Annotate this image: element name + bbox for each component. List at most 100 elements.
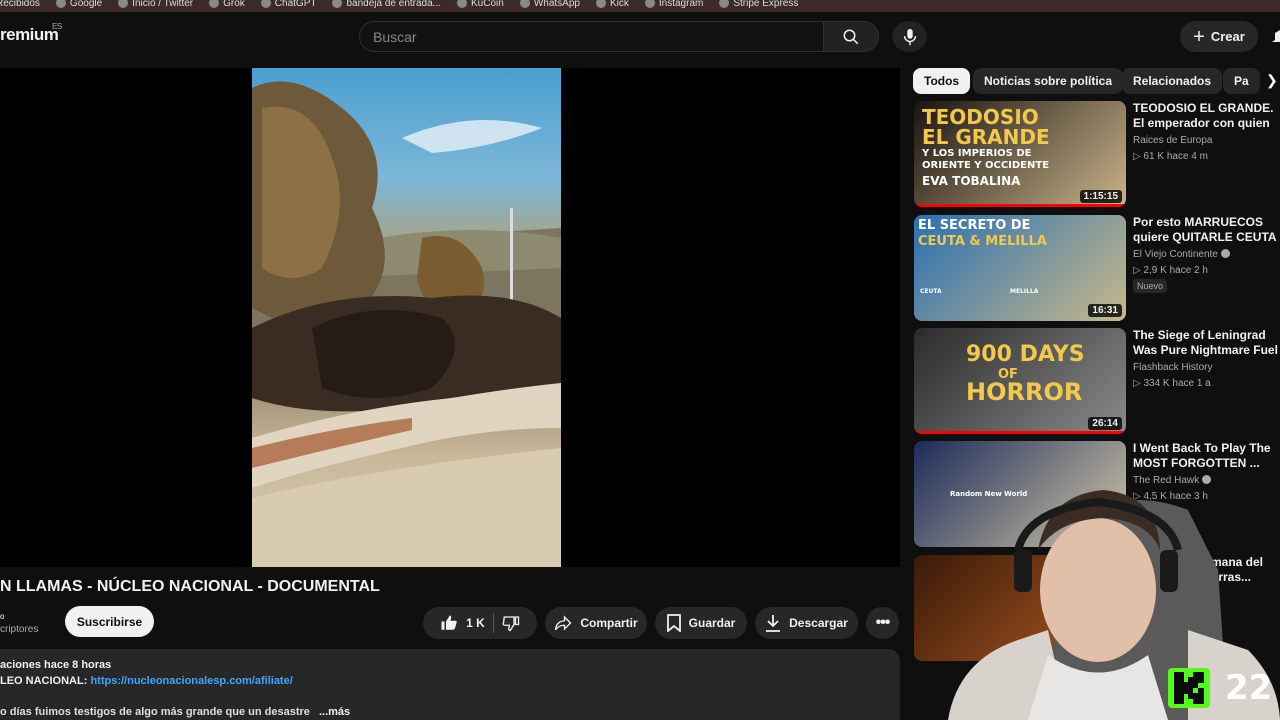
- new-badge: Nuevo: [1133, 279, 1168, 293]
- stripe-icon: [719, 0, 730, 8]
- recommended-channel[interactable]: The Red Hawk: [1133, 475, 1212, 486]
- recommended-video[interactable]: EL SECRETO DE CEUTA & MELILLA CEUTA MELILLA…: [914, 215, 1280, 321]
- x-icon: [118, 0, 129, 8]
- description-box[interactable]: aciones hace 8 horas LEO NACIONAL: https…: [0, 649, 900, 720]
- instagram-icon: [644, 0, 655, 8]
- description-link-prefix: LEO NACIONAL:: [0, 675, 91, 687]
- filter-chip[interactable]: Noticias sobre política: [973, 68, 1124, 94]
- grok-icon: [209, 0, 220, 8]
- like-divider: [492, 613, 494, 633]
- kick-viewer-count: 22: [1225, 668, 1273, 708]
- video-frame[interactable]: [252, 68, 561, 567]
- recommended-video-title[interactable]: I Went Back To Play The MOST FORGOTTEN .…: [1133, 441, 1280, 471]
- recommended-channel[interactable]: Raices de Europa: [1133, 135, 1213, 146]
- kick-logo-icon: [1168, 668, 1210, 708]
- channel-name: Flashback History: [1133, 362, 1213, 373]
- create-button[interactable]: + Crear: [1180, 21, 1258, 52]
- youtube-premium-logo[interactable]: remium ES: [0, 22, 62, 45]
- video-thumbnail[interactable]: 900 DAYS OF HORROR 26:14: [914, 328, 1126, 434]
- folder-icon: [332, 0, 343, 8]
- video-player[interactable]: [0, 68, 900, 567]
- filter-chip[interactable]: Todos: [913, 68, 971, 94]
- save-label: Guardar: [688, 616, 736, 630]
- like-button[interactable]: 1 K: [440, 614, 485, 632]
- bookmark-label: Grok: [223, 0, 245, 9]
- recommended-views-age: ▷ 61 K hace 4 m: [1133, 151, 1208, 162]
- download-icon: [766, 615, 781, 632]
- bookmark-item[interactable]: ChatGPT: [260, 0, 316, 9]
- bookmark-item[interactable]: Kick: [595, 0, 629, 9]
- recommended-channel[interactable]: Flashback History: [1133, 362, 1212, 373]
- search-button[interactable]: [823, 21, 879, 52]
- top-bar: remium ES Buscar + Crear: [0, 12, 1280, 62]
- thumbnail-text: TEODOSIO: [922, 105, 1039, 129]
- channel-name[interactable]: o: [0, 612, 4, 621]
- bookmark-label: Instagram: [658, 0, 704, 9]
- bookmark-item[interactable]: bandeja de entrada...: [332, 0, 441, 9]
- recommended-video-title[interactable]: Por esto MARRUECOS quiere QUITARLE CEUTA…: [1133, 215, 1280, 245]
- recommended-views-age: ▷ 2,9 K hace 2 h: [1133, 265, 1208, 276]
- download-label: Descargar: [789, 616, 848, 630]
- bookmark-item[interactable]: Instagram: [644, 0, 704, 9]
- share-icon: [555, 615, 572, 631]
- kucoin-icon: [457, 0, 468, 8]
- kick-icon: [595, 0, 606, 8]
- description-text-line: o días fuimos testigos de algo más grand…: [0, 706, 350, 718]
- bookmark-item[interactable]: Recibidos: [0, 0, 40, 9]
- bookmark-label: Kick: [609, 0, 629, 9]
- video-thumbnail[interactable]: TEODOSIO EL GRANDE Y LOS IMPERIOS DE ORIENT…: [914, 101, 1126, 207]
- thumbnail-text: Y LOS IMPERIOS DE: [922, 148, 1032, 159]
- recommended-channel[interactable]: El Viejo Continente: [1133, 249, 1230, 260]
- bookmark-item[interactable]: Google: [55, 0, 103, 9]
- affiliate-link[interactable]: https://nucleonacionalesp.com/afiliate/: [90, 675, 292, 687]
- thumbs-down-icon[interactable]: [502, 614, 520, 632]
- bookmark-icon: [666, 614, 681, 632]
- notifications-bell-icon[interactable]: [1272, 28, 1280, 46]
- bookmark-label: Recibidos: [0, 0, 40, 9]
- verified-badge-icon: [1220, 249, 1230, 258]
- filter-chip[interactable]: Pa: [1223, 68, 1260, 94]
- recommended-views-age: ▷ 334 K hace 1 a: [1133, 378, 1211, 389]
- bookmark-label: WhatsApp: [533, 0, 580, 9]
- recommended-video[interactable]: TEODOSIO EL GRANDE Y LOS IMPERIOS DE ORIENT…: [914, 101, 1280, 207]
- video-thumbnail[interactable]: EL SECRETO DE CEUTA & MELILLA CEUTA MELILLA…: [914, 215, 1126, 321]
- like-count: 1 K: [466, 616, 485, 630]
- bookmark-item[interactable]: Stripe Express: [719, 0, 798, 9]
- thumbnail-text: 900 DAYS: [966, 342, 1085, 367]
- recommended-video-title[interactable]: The Siege of Leningrad Was Pure Nightmar…: [1133, 328, 1280, 358]
- download-button[interactable]: Descargar: [755, 607, 858, 639]
- share-label: Compartir: [580, 616, 638, 630]
- webcam-image: [948, 490, 1280, 720]
- bookmarks-bar: Recibidos Google Inicio / Twitter Grok ChatG…: [0, 0, 1280, 12]
- bookmark-item[interactable]: WhatsApp: [519, 0, 580, 9]
- recommended-video-title[interactable]: TEODOSIO EL GRANDE. El emperador con qui…: [1133, 101, 1280, 131]
- voice-search-button[interactable]: [892, 21, 927, 52]
- bookmark-label: Inicio / Twitter: [132, 0, 194, 9]
- like-dislike-group: 1 K: [423, 607, 537, 639]
- watch-progress-bar: [914, 431, 1126, 434]
- thumbnail-text: CEUTA & MELILLA: [918, 234, 1047, 249]
- bookmark-item[interactable]: KuCoin: [457, 0, 504, 9]
- filter-chip[interactable]: Relacionados: [1122, 68, 1223, 94]
- logo-region: ES: [52, 22, 62, 31]
- video-title: N LLAMAS - NÚCLEO NACIONAL - DOCUMENTAL: [0, 578, 380, 595]
- bookmark-item[interactable]: Grok: [209, 0, 245, 9]
- bookmark-item[interactable]: Inicio / Twitter: [118, 0, 193, 9]
- related-filter-chips: Todos Noticias sobre política Relacionados…: [913, 68, 1280, 94]
- save-button[interactable]: Guardar: [655, 607, 747, 639]
- bookmark-label: Stripe Express: [733, 0, 799, 9]
- whatsapp-icon: [519, 0, 530, 8]
- thumbnail-text: EL GRANDE: [922, 125, 1050, 149]
- thumbnail-text: MELILLA: [1010, 288, 1039, 295]
- channel-name: El Viejo Continente: [1133, 249, 1218, 260]
- create-label: Crear: [1210, 29, 1245, 44]
- bookmark-label: Google: [69, 0, 103, 9]
- share-button[interactable]: Compartir: [545, 607, 647, 639]
- recommended-video[interactable]: 900 DAYS OF HORROR 26:14 The Siege of Lening…: [914, 328, 1280, 434]
- video-scene-image: [252, 81, 561, 567]
- chevron-right-icon[interactable]: ❯: [1266, 72, 1278, 89]
- search-input[interactable]: Buscar: [359, 21, 824, 52]
- video-duration: 16:31: [1088, 304, 1122, 317]
- show-more-link[interactable]: ...más: [319, 706, 350, 718]
- subscribe-button[interactable]: Suscribirse: [65, 606, 154, 637]
